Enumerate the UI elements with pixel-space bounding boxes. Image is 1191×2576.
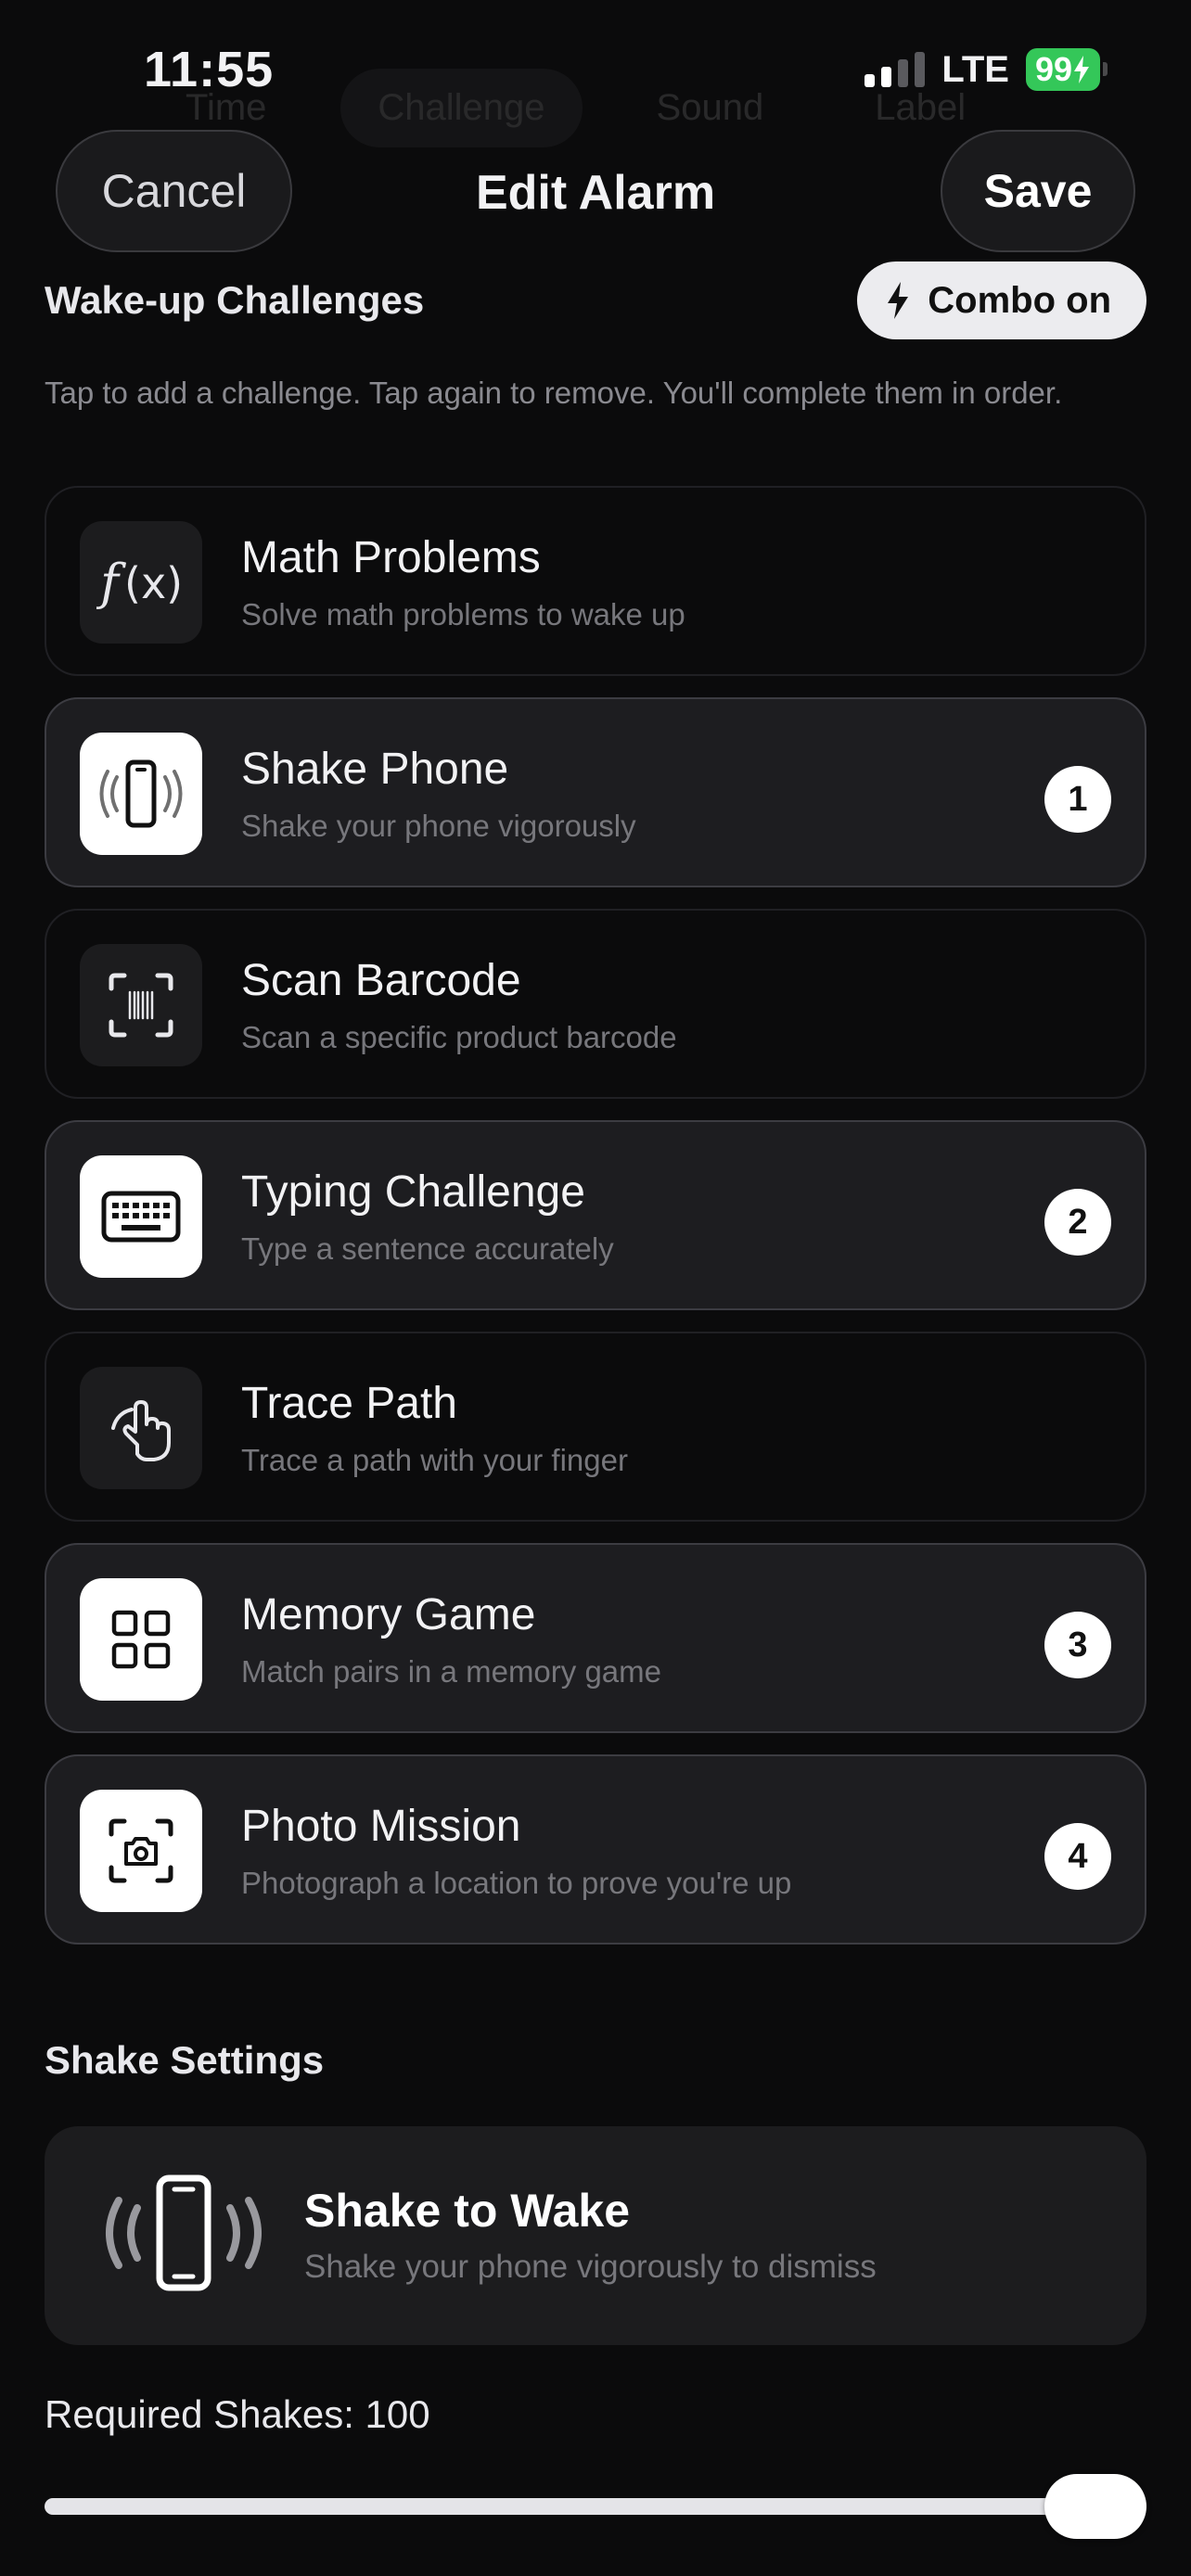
challenge-description: Type a sentence accurately xyxy=(241,1231,614,1266)
battery-indicator: 99 xyxy=(1025,48,1108,91)
shake-settings-title: Shake Settings xyxy=(45,2038,325,2082)
charging-bolt-icon xyxy=(1074,56,1089,83)
combo-toggle-button[interactable]: Combo on xyxy=(857,261,1146,339)
challenge-name: Trace Path xyxy=(241,1379,457,1428)
function-icon: ƒ (x) xyxy=(80,521,202,644)
challenge-order-badge: 3 xyxy=(1044,1612,1111,1678)
hand-pointer-icon xyxy=(80,1367,202,1489)
shaking-phone-icon xyxy=(80,733,202,855)
challenge-description: Photograph a location to prove you're up xyxy=(241,1866,792,1900)
challenge-card-math-problems[interactable]: ƒ (x) Math Problems Solve math problems t… xyxy=(45,486,1146,676)
challenge-name: Memory Game xyxy=(241,1590,536,1639)
required-shakes-slider[interactable] xyxy=(45,2498,1146,2515)
challenge-description: Solve math problems to wake up xyxy=(241,597,685,631)
challenge-order-badge: 1 xyxy=(1044,766,1111,833)
challenge-name: Scan Barcode xyxy=(241,956,521,1005)
challenge-description: Trace a path with your finger xyxy=(241,1443,628,1477)
barcode-scan-icon xyxy=(80,944,202,1066)
challenge-card-photo-mission[interactable]: Photo Mission Photograph a location to p… xyxy=(45,1754,1146,1945)
challenge-description: Scan a specific product barcode xyxy=(241,1020,677,1054)
challenge-name: Photo Mission xyxy=(241,1802,521,1851)
challenge-description: Shake your phone vigorously xyxy=(241,809,636,843)
shake-card-title: Shake to Wake xyxy=(304,2185,631,2237)
slider-thumb[interactable] xyxy=(1044,2474,1146,2539)
shaking-phone-icon xyxy=(91,2173,276,2298)
shake-to-wake-card: Shake to Wake Shake your phone vigorousl… xyxy=(45,2126,1146,2345)
save-button[interactable]: Save xyxy=(941,130,1135,252)
challenge-order-badge: 4 xyxy=(1044,1823,1111,1890)
challenge-name: Math Problems xyxy=(241,533,541,582)
challenge-card-typing-challenge[interactable]: Typing Challenge Type a sentence accurat… xyxy=(45,1120,1146,1310)
navigation-header: Cancel Edit Alarm Save xyxy=(0,130,1191,255)
required-shakes-label: Required Shakes: 100 xyxy=(45,2392,430,2436)
challenges-section-title: Wake-up Challenges xyxy=(45,278,425,322)
battery-level: 99 xyxy=(1034,50,1072,88)
lightning-icon xyxy=(888,282,909,319)
shake-card-description: Shake your phone vigorously to dismiss xyxy=(304,2249,877,2285)
challenges-help-text: Tap to add a challenge. Tap again to rem… xyxy=(45,376,1063,410)
challenge-card-trace-path[interactable]: Trace Path Trace a path with your finger xyxy=(45,1332,1146,1522)
svg-text:ƒ: ƒ xyxy=(96,554,126,612)
svg-text:(x): (x) xyxy=(124,558,183,608)
combo-label: Combo on xyxy=(928,279,1111,321)
challenge-card-scan-barcode[interactable]: Scan Barcode Scan a specific product bar… xyxy=(45,909,1146,1099)
challenge-card-memory-game[interactable]: Memory Game Match pairs in a memory game… xyxy=(45,1543,1146,1733)
challenge-order-badge: 2 xyxy=(1044,1189,1111,1256)
camera-scan-icon xyxy=(80,1790,202,1912)
grid-icon xyxy=(80,1578,202,1701)
keyboard-icon xyxy=(80,1155,202,1278)
challenge-name: Typing Challenge xyxy=(241,1167,585,1217)
challenge-description: Match pairs in a memory game xyxy=(241,1654,661,1689)
challenge-name: Shake Phone xyxy=(241,745,509,794)
challenge-card-shake-phone[interactable]: Shake Phone Shake your phone vigorously … xyxy=(45,697,1146,887)
